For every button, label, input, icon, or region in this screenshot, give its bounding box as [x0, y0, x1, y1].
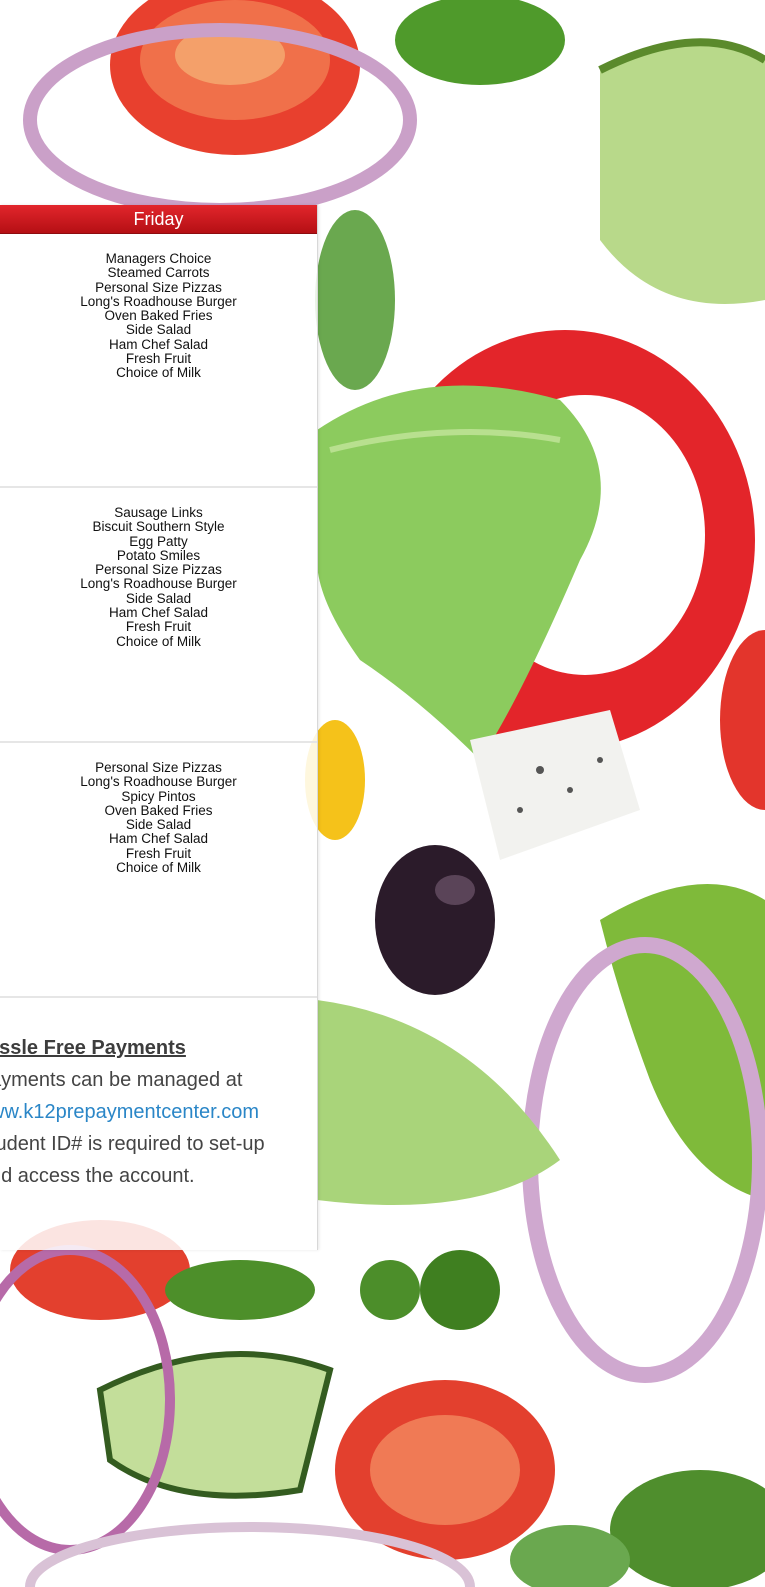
payments-line-1: ayments can be managed at — [0, 1069, 243, 1091]
menu-item: Managers Choice — [105, 251, 212, 266]
menu-item: Long's Roadhouse Burger — [80, 774, 237, 790]
menu-item: Fresh Fruit — [125, 351, 192, 367]
day-header: Friday — [0, 205, 317, 234]
menu-item: Long's Roadhouse Burger — [80, 576, 237, 592]
menu-item: Fresh Fruit — [125, 845, 192, 861]
menu-cell-week-3: Personal Size Pizzas Long's Roadhouse Bur… — [0, 743, 317, 998]
menu-item: Spicy Pintos — [121, 788, 196, 804]
menu-item: Side Salad — [125, 590, 192, 606]
menu-item: Steamed Carrots — [107, 265, 210, 281]
menu-item: Choice of Milk — [116, 633, 201, 649]
menu-item: Personal Size Pizzas — [95, 562, 222, 578]
payments-title: assle Free Payments — [0, 1037, 186, 1059]
menu-item: Personal Size Pizzas — [95, 760, 222, 775]
payments-line-3: tudent ID# is required to set-up — [0, 1133, 265, 1155]
menu-items-list: Sausage Links Biscuit Southern Style Egg P… — [0, 505, 317, 649]
menu-item: Oven Baked Fries — [104, 308, 213, 324]
menu-cell-week-2: Sausage Links Biscuit Southern Style Egg P… — [0, 488, 317, 743]
menu-item: Side Salad — [125, 322, 192, 338]
menu-item: Long's Roadhouse Burger — [80, 293, 237, 309]
payments-line-4: nd access the account. — [0, 1165, 195, 1187]
menu-item: Oven Baked Fries — [104, 802, 213, 818]
menu-items-list: Personal Size Pizzas Long's Roadhouse Bur… — [0, 760, 317, 876]
menu-item: Ham Chef Salad — [108, 336, 209, 352]
menu-items-list: Managers Choice Steamed Carrots Personal S… — [0, 251, 317, 381]
menu-item: Potato Smiles — [116, 547, 201, 563]
menu-item: Ham Chef Salad — [108, 831, 209, 847]
menu-item: Egg Patty — [129, 533, 188, 549]
menu-item: Sausage Links — [114, 505, 203, 520]
menu-item: Fresh Fruit — [125, 619, 192, 635]
menu-item: Choice of Milk — [116, 365, 201, 381]
menu-item: Ham Chef Salad — [108, 605, 209, 621]
menu-item: Biscuit Southern Style — [92, 519, 225, 535]
menu-cell-week-1: Managers Choice Steamed Carrots Personal S… — [0, 234, 317, 488]
menu-item: Side Salad — [125, 817, 192, 833]
payments-info: assle Free Payments ayments can be manag… — [0, 1032, 317, 1192]
prepayment-center-link[interactable]: ww.k12prepaymentcenter.com — [0, 1096, 317, 1128]
menu-item: Personal Size Pizzas — [95, 279, 222, 295]
menu-item: Choice of Milk — [116, 860, 201, 876]
